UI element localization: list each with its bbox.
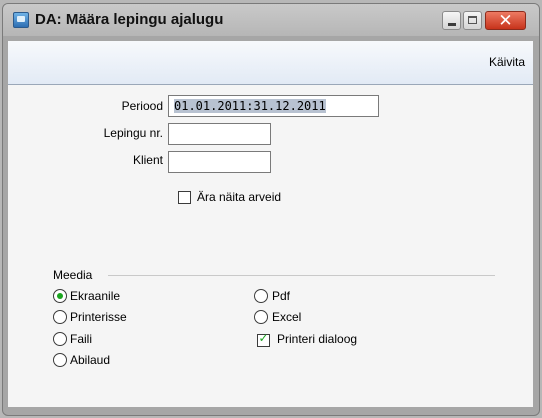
option-faili: Faili	[70, 332, 93, 346]
klient-label: Klient	[132, 153, 163, 167]
maximize-button[interactable]	[463, 11, 482, 30]
close-button[interactable]: ✕	[485, 11, 526, 31]
minimize-icon	[448, 23, 456, 26]
option-excel: Excel	[272, 310, 302, 324]
periood-value: 01.01.2011:31.12.2011	[174, 99, 326, 113]
radio-excel[interactable]	[254, 310, 268, 324]
lepingu-nr-field[interactable]	[168, 123, 271, 145]
report-window: DA: Määra lepingu ajalugu ✕ Käivita Peri…	[2, 3, 540, 416]
printeri-dialoog-label: Printeri dialoog	[277, 332, 358, 346]
ara-naita-label: Ära näita arveid	[197, 190, 282, 204]
radio-printerisse[interactable]	[53, 310, 67, 324]
option-abilaud: Abilaud	[70, 353, 111, 367]
title-bar[interactable]: DA: Määra lepingu ajalugu ✕	[3, 4, 539, 36]
radio-ekraanile[interactable]	[53, 289, 67, 303]
radio-selected-dot	[57, 293, 63, 299]
toolbar: Käivita	[8, 41, 533, 85]
minimize-button[interactable]	[442, 11, 461, 30]
ara-naita-checkbox[interactable]	[178, 191, 191, 204]
close-icon: ✕	[498, 11, 513, 31]
option-pdf: Pdf	[272, 289, 291, 303]
run-button[interactable]: Käivita	[489, 55, 525, 69]
form-area: Periood 01.01.2011:31.12.2011 Lepingu nr…	[8, 85, 533, 407]
option-printerisse: Printerisse	[70, 310, 127, 324]
radio-faili[interactable]	[53, 332, 67, 346]
option-ekraanile: Ekraanile	[70, 289, 121, 303]
radio-abilaud[interactable]	[53, 353, 67, 367]
periood-label: Periood	[121, 99, 163, 113]
radio-pdf[interactable]	[254, 289, 268, 303]
checkmark-icon: ✓	[258, 331, 269, 345]
meedia-divider	[108, 275, 495, 276]
periood-field[interactable]: 01.01.2011:31.12.2011	[168, 95, 379, 117]
app-window-icon	[13, 12, 29, 28]
lepingu-nr-label: Lepingu nr.	[103, 126, 163, 140]
window-title: DA: Määra lepingu ajalugu	[35, 11, 224, 28]
klient-field[interactable]	[168, 151, 271, 173]
printeri-dialoog-checkbox[interactable]: ✓	[257, 331, 270, 347]
meedia-label: Meedia	[53, 268, 93, 282]
maximize-icon	[468, 16, 477, 24]
